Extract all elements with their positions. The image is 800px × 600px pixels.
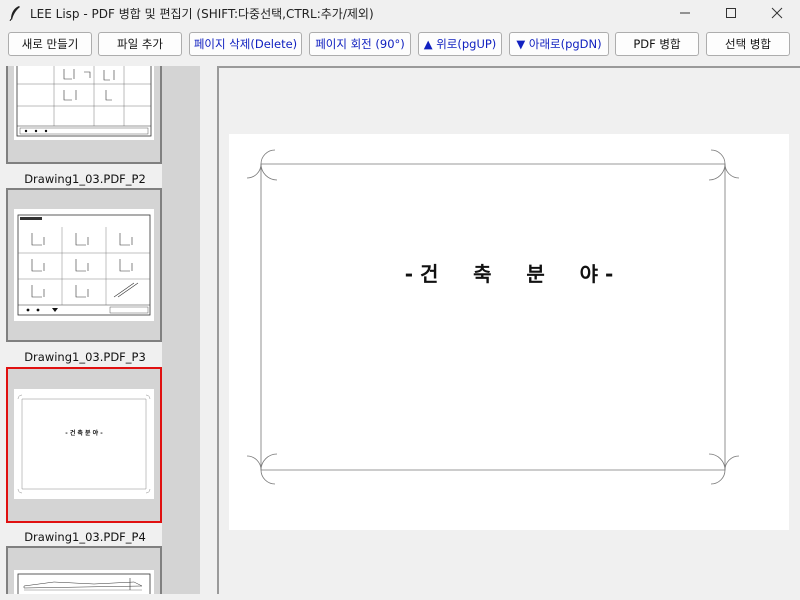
toolbar: 새로 만들기 파일 추가 페이지 삭제(Delete) 페이지 회전 (90°)… <box>0 32 800 58</box>
move-up-button[interactable]: ▲ 위로(pgUP) <box>418 32 502 56</box>
rotate-page-button[interactable]: 페이지 회전 (90°) <box>309 32 411 56</box>
merge-selected-button[interactable]: 선택 병합 <box>706 32 790 56</box>
maximize-button[interactable] <box>708 0 754 26</box>
thumbnail-list[interactable]: Drawing1_03.PDF_P2 Drawing1_03.PDF_P3 - … <box>0 66 162 594</box>
thumbnail-item[interactable] <box>6 546 162 594</box>
thumbnail-label: Drawing1_03.PDF_P3 <box>24 350 146 364</box>
feather-icon <box>6 4 24 22</box>
close-icon <box>771 7 783 19</box>
minimize-icon <box>680 12 690 14</box>
window-title: LEE Lisp - PDF 병합 및 편집기 (SHIFT:다중선택,CTRL… <box>30 6 374 21</box>
page-border-frame <box>246 149 740 485</box>
app-window: LEE Lisp - PDF 병합 및 편집기 (SHIFT:다중선택,CTRL… <box>0 0 800 600</box>
new-button[interactable]: 새로 만들기 <box>8 32 92 56</box>
delete-page-button[interactable]: 페이지 삭제(Delete) <box>189 32 302 56</box>
thumbnail-item[interactable] <box>6 66 162 164</box>
thumbnail-page-preview: - 건 축 분 야 - <box>14 389 154 499</box>
thumbnail-label: Drawing1_03.PDF_P4 <box>24 530 146 544</box>
window-bottom-edge <box>0 594 800 600</box>
preview-page-title: - 건 축 분 야 - <box>404 262 614 286</box>
maximize-icon <box>726 8 736 18</box>
minimize-button[interactable] <box>662 0 708 26</box>
close-button[interactable] <box>754 0 800 26</box>
thumbnail-item-selected[interactable]: - 건 축 분 야 - <box>6 367 162 523</box>
page-preview-area[interactable]: - 건 축 분 야 - <box>217 66 800 594</box>
thumbnail-scroll-area[interactable] <box>162 66 200 594</box>
merge-pdf-button[interactable]: PDF 병합 <box>615 32 699 56</box>
thumbnail-panel: Drawing1_03.PDF_P2 Drawing1_03.PDF_P3 - … <box>0 66 200 594</box>
title-bar: LEE Lisp - PDF 병합 및 편집기 (SHIFT:다중선택,CTRL… <box>0 0 800 26</box>
thumbnail-page-preview <box>14 570 154 594</box>
window-controls <box>662 0 800 26</box>
thumbnail-item[interactable] <box>6 188 162 342</box>
thumbnail-page-title: - 건 축 분 야 - <box>65 429 103 437</box>
preview-page: - 건 축 분 야 - <box>229 134 789 530</box>
thumbnail-page-preview <box>14 66 154 140</box>
thumbnail-page-preview <box>14 209 154 321</box>
move-down-button[interactable]: ▼ 아래로(pgDN) <box>509 32 609 56</box>
add-file-button[interactable]: 파일 추가 <box>98 32 182 56</box>
thumbnail-label: Drawing1_03.PDF_P2 <box>24 172 146 186</box>
